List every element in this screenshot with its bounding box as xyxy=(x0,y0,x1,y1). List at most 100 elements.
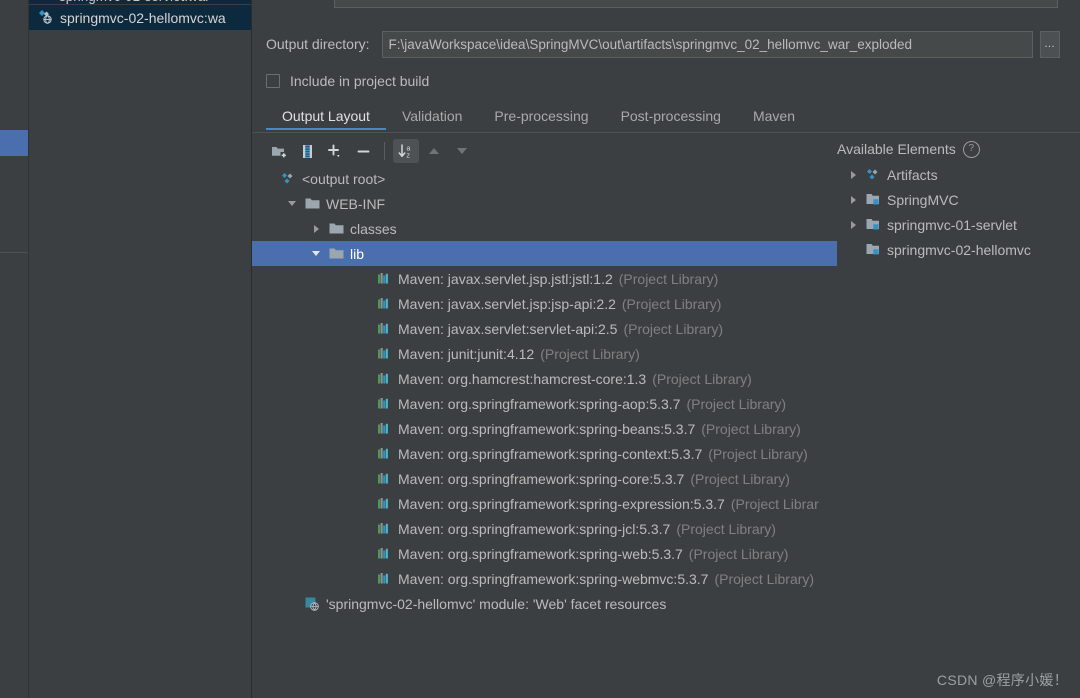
archive-icon xyxy=(299,144,316,159)
module-icon xyxy=(863,242,883,257)
tree-row-label: Maven: org.springframework:spring-beans:… xyxy=(398,420,696,437)
chevron-down-icon[interactable] xyxy=(306,251,326,256)
tree-row-scope: (Project Librar xyxy=(730,495,819,512)
artifacts-settings-dialog: springmvc-01-servlet:war springmvc-02-he… xyxy=(0,0,1080,698)
library-icon xyxy=(374,396,394,411)
output-layout-toolbar: a z xyxy=(266,136,475,166)
rail-divider xyxy=(0,252,28,253)
tree-row[interactable]: classes xyxy=(252,216,837,241)
library-icon xyxy=(374,521,394,536)
artifact-list-item-partial[interactable]: springmvc-01-servlet:war xyxy=(29,0,251,4)
tree-row[interactable]: WEB-INF xyxy=(252,191,837,216)
chevron-down-icon[interactable] xyxy=(282,201,302,206)
browse-directory-button[interactable]: … xyxy=(1039,30,1060,58)
tree-row-label: Maven: org.springframework:spring-aop:5.… xyxy=(398,395,681,412)
tree-row-scope: (Project Library) xyxy=(690,470,790,487)
tree-row-scope: (Project Library) xyxy=(618,270,719,287)
tree-row[interactable]: Maven: org.springframework:spring-contex… xyxy=(252,441,837,466)
chevron-right-icon[interactable] xyxy=(843,170,863,179)
move-down-button[interactable] xyxy=(449,139,475,163)
sort-az-icon: a z xyxy=(397,143,416,160)
tree-row-label: Maven: org.hamcrest:hamcrest-core:1.3 xyxy=(398,370,647,387)
minus-icon xyxy=(355,144,372,159)
create-archive-button[interactable] xyxy=(294,139,320,163)
tree-row-label: Maven: org.springframework:spring-webmvc… xyxy=(398,570,709,587)
available-element-row[interactable]: SpringMVC xyxy=(837,187,1080,212)
output-directory-row: Output directory: F:\javaWorkspace\idea\… xyxy=(266,30,1080,58)
tree-row[interactable]: <output root> xyxy=(252,166,837,191)
artifact-icon xyxy=(278,171,298,187)
available-elements-header: Available Elements ? xyxy=(837,136,1080,162)
tree-row[interactable]: Maven: org.springframework:spring-webmvc… xyxy=(252,566,837,591)
available-elements-tree[interactable]: Artifacts SpringMVC springmvc-01-servlet sp… xyxy=(837,162,1080,262)
tree-row[interactable]: 'springmvc-02-hellomvc' module: 'Web' fa… xyxy=(252,591,837,616)
artifact-name-input-partial[interactable] xyxy=(334,0,1058,8)
artifact-detail-panel: Output directory: F:\javaWorkspace\idea\… xyxy=(252,0,1080,698)
library-icon xyxy=(374,471,394,486)
tree-row-label: Maven: org.springframework:spring-web:5.… xyxy=(398,545,683,562)
tree-row[interactable]: lib xyxy=(252,241,837,266)
include-in-project-build-checkbox[interactable] xyxy=(266,74,280,88)
available-element-row[interactable]: springmvc-01-servlet xyxy=(837,212,1080,237)
tree-row[interactable]: Maven: org.springframework:spring-beans:… xyxy=(252,416,837,441)
chevron-right-icon[interactable] xyxy=(843,220,863,229)
tree-row-scope: (Project Library) xyxy=(540,345,640,362)
name-field-strip xyxy=(252,0,1080,10)
tree-row-label: Maven: org.springframework:spring-expres… xyxy=(398,495,725,512)
tree-row[interactable]: Maven: javax.servlet.jsp:jsp-api:2.2 (Pro… xyxy=(252,291,837,316)
artifact-list-item-selected[interactable]: springmvc-02-hellomvc:wa xyxy=(29,5,251,30)
chevron-right-icon[interactable] xyxy=(843,195,863,204)
artifact-list-panel: springmvc-01-servlet:war springmvc-02-he… xyxy=(29,0,252,698)
tree-row-label: Maven: javax.servlet:servlet-api:2.5 xyxy=(398,320,618,337)
web-facet-icon xyxy=(302,596,322,612)
tree-row[interactable]: Maven: org.springframework:spring-jcl:5.… xyxy=(252,516,837,541)
remove-button[interactable] xyxy=(350,139,376,163)
arrow-up-icon xyxy=(426,144,442,158)
output-directory-input[interactable]: F:\javaWorkspace\idea\SpringMVC\out\arti… xyxy=(381,30,1033,58)
arrow-down-icon xyxy=(454,144,470,158)
tree-row[interactable]: Maven: org.springframework:spring-core:5… xyxy=(252,466,837,491)
add-copy-button[interactable] xyxy=(322,139,348,163)
folder-icon xyxy=(326,246,346,261)
library-icon xyxy=(374,446,394,461)
help-icon[interactable]: ? xyxy=(962,140,980,158)
tree-row-label: Maven: org.springframework:spring-core:5… xyxy=(398,470,685,487)
module-icon xyxy=(863,217,883,232)
tree-row[interactable]: Maven: javax.servlet:servlet-api:2.5 (Pro… xyxy=(252,316,837,341)
tab-output-layout[interactable]: Output Layout xyxy=(266,103,386,130)
rail-selection-marker xyxy=(0,130,28,156)
tree-row[interactable]: Maven: org.hamcrest:hamcrest-core:1.3 (Pr… xyxy=(252,366,837,391)
tree-row[interactable]: Maven: org.springframework:spring-expres… xyxy=(252,491,837,516)
tree-row-label: WEB-INF xyxy=(326,195,386,212)
folder-icon xyxy=(326,221,346,236)
move-up-button[interactable] xyxy=(421,139,447,163)
library-icon xyxy=(374,496,394,511)
available-element-row[interactable]: Artifacts xyxy=(837,162,1080,187)
artifact-list-item-partial-label: springmvc-01-servlet:war xyxy=(59,0,210,4)
tree-row-label: lib xyxy=(350,245,365,262)
create-directory-button[interactable] xyxy=(266,139,292,163)
artifact-web-icon xyxy=(37,9,54,26)
available-element-row[interactable]: springmvc-02-hellomvc xyxy=(837,237,1080,262)
tree-row[interactable]: Maven: org.springframework:spring-aop:5.… xyxy=(252,391,837,416)
tree-row-label: Maven: junit:junit:4.12 xyxy=(398,345,535,362)
available-elements-title: Available Elements xyxy=(837,141,956,157)
tree-row-scope: (Project Library) xyxy=(652,370,752,387)
output-layout-tree[interactable]: <output root> WEB-INF classes lib Maven: jav… xyxy=(252,166,837,698)
tree-row-scope: (Project Library) xyxy=(714,570,815,587)
available-element-label: springmvc-01-servlet xyxy=(887,216,1017,233)
sort-alphabetically-button[interactable]: a z xyxy=(393,139,419,163)
tree-row[interactable]: Maven: junit:junit:4.12 (Project Library) xyxy=(252,341,837,366)
chevron-right-icon[interactable] xyxy=(306,224,326,233)
tree-row[interactable]: Maven: org.springframework:spring-web:5.… xyxy=(252,541,837,566)
include-in-project-build-row[interactable]: Include in project build xyxy=(266,68,429,94)
tab-post-processing[interactable]: Post-processing xyxy=(605,103,737,130)
tab-validation[interactable]: Validation xyxy=(386,103,478,130)
tree-row[interactable]: Maven: javax.servlet.jsp.jstl:jstl:1.2 (P… xyxy=(252,266,837,291)
available-element-label: springmvc-02-hellomvc xyxy=(887,241,1031,258)
tab-maven[interactable]: Maven xyxy=(737,103,811,130)
tab-pre-processing[interactable]: Pre-processing xyxy=(478,103,604,130)
tree-row-label: Maven: javax.servlet.jsp.jstl:jstl:1.2 xyxy=(398,270,613,287)
library-icon xyxy=(374,371,394,386)
tabs-underline xyxy=(252,132,1080,133)
